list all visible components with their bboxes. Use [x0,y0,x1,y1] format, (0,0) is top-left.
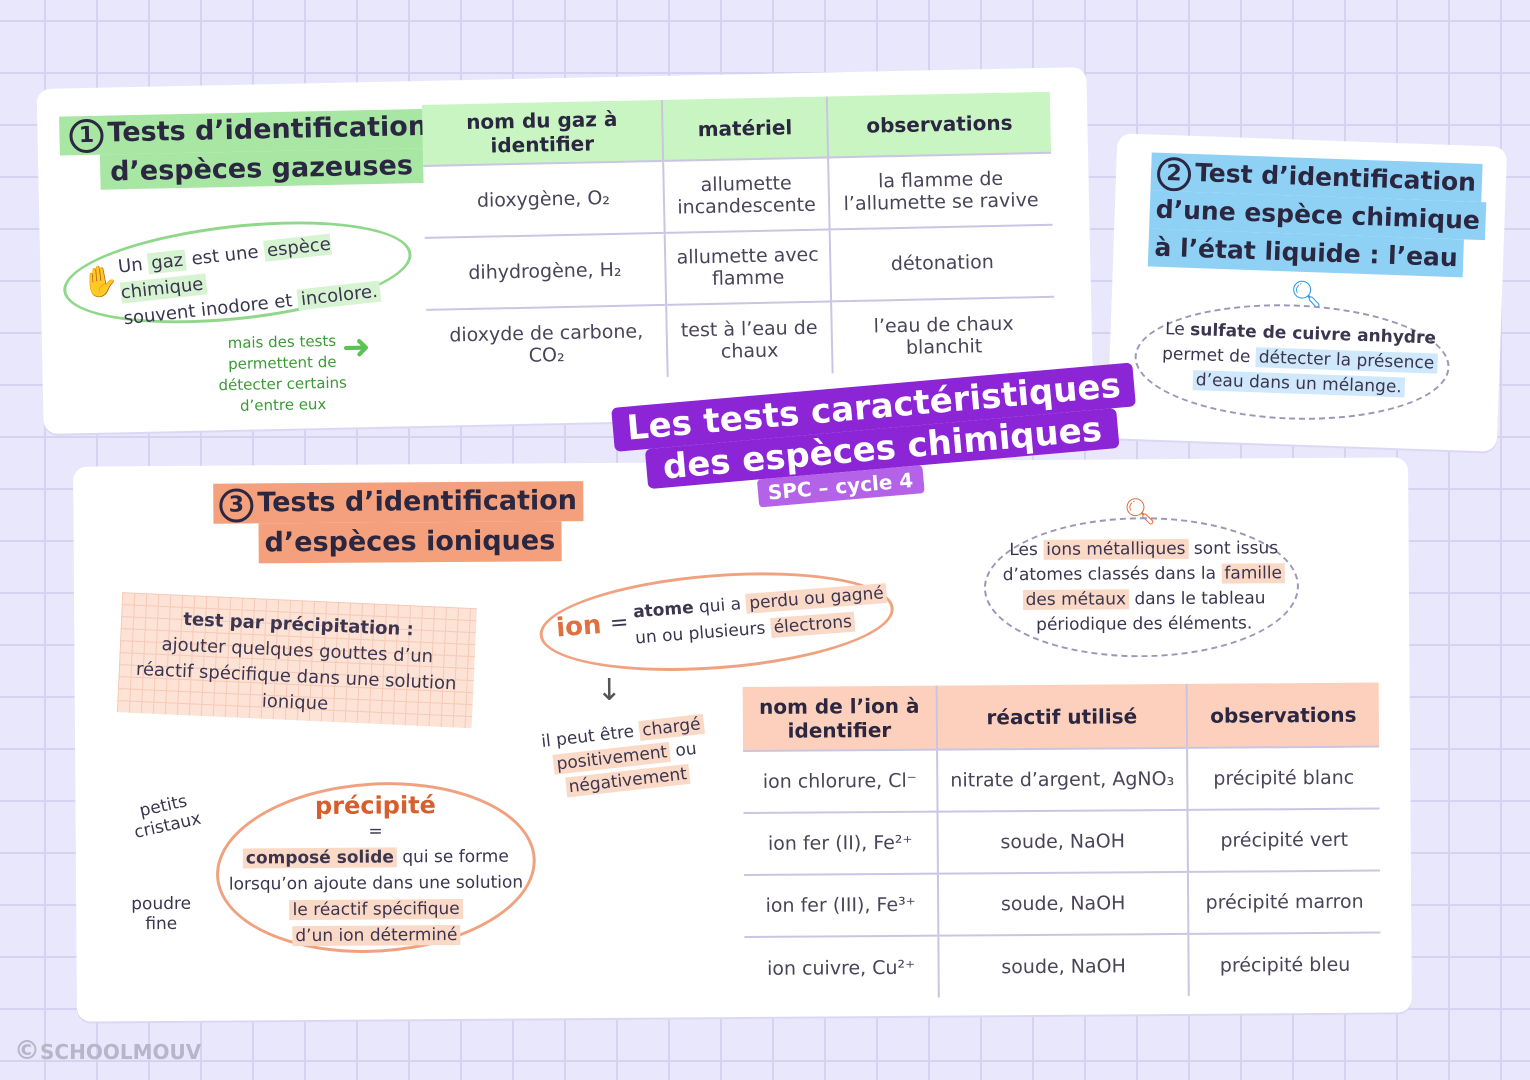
gas-table: nom du gaz à identifiermatérielobservati… [422,92,1056,382]
table-cell: dihydrogène, H₂ [425,233,666,310]
table-cell: détonation [830,225,1054,302]
section2-heading: 2Test d’identification d’une espèce chim… [1148,152,1488,278]
table-cell: test à l’eau de chaux [666,301,832,376]
table-cell: nitrate d’argent, AgNO₃ [937,748,1187,812]
table-cell: ion chlorure, Cl⁻ [743,750,937,813]
table-cell: dioxyde de carbone, CO₂ [426,305,667,382]
table-cell: ion cuivre, Cu²⁺ [744,936,938,999]
table-cell: soude, NaOH [938,872,1188,936]
table-cell: ion fer (II), Fe²⁺ [744,812,938,875]
powder-label: poudre fine [126,894,196,934]
table-cell: précipité bleu [1188,933,1380,996]
table-cell: ion fer (III), Fe³⁺ [744,874,938,937]
table-cell: soude, NaOH [938,934,1188,998]
charge-note: il peut être chargé positivement ou néga… [527,710,724,803]
ionic-tests-card: 3Tests d’identification d’espèces ioniqu… [73,457,1412,1021]
arrow-icon: ➜ [342,327,371,368]
gas-definition-bubble: ✋ Un gaz est une espèce chimique souvent… [58,206,416,338]
gas-note: mais des tests permettent de détecter ce… [212,330,354,417]
table-cell: dioxygène, O₂ [423,161,664,238]
hand-icon: ✋ [80,263,121,302]
table-cell: allumette avec flamme [665,229,831,304]
table-cell: précipité blanc [1187,747,1379,810]
section1-heading: 1Tests d’identification d’espèces gazeus… [59,109,438,191]
ion-table: nom de l’ion à identifierréactif utilisé… [743,683,1381,999]
precipitation-note: test par précipitation : ajouter quelque… [117,592,477,728]
table-cell: la flamme de l’allumette se ravive [828,153,1052,230]
table-cell: l’eau de chaux blanchit [831,297,1055,374]
crystals-label: petits cristaux [122,788,209,844]
water-test-card: 2Test d’identification d’une espèce chim… [1107,133,1507,451]
table-cell: allumette incandescente [663,157,829,232]
arrow-down-icon: ↓ [597,673,622,708]
table-cell: précipité vert [1188,809,1380,872]
table-cell: précipité marron [1188,871,1380,934]
table-cell: soude, NaOH [938,810,1188,874]
section-number: 1 [69,119,104,154]
section3-heading: 3Tests d’identification d’espèces ioniqu… [213,481,583,564]
schoolmouv-logo: ©SCHOOLMOUV [14,1036,201,1066]
ion-definition-bubble: ion = atome qui a perdu ou gagné un ou p… [536,561,897,683]
